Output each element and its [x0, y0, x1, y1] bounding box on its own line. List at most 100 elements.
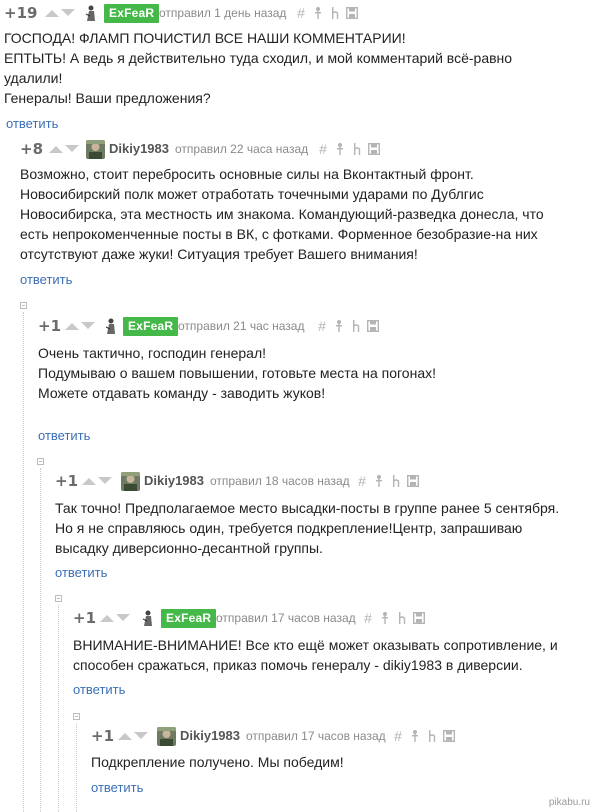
arrow-down-icon[interactable]: [60, 2, 76, 24]
comment-line: Очень тактично, господин генерал!: [38, 345, 267, 361]
arrow-up-icon[interactable]: [64, 315, 80, 337]
comment-rating: +1: [73, 609, 97, 627]
comment: +1 Dikiy1983 отправил 18 часов назад # Т…: [55, 470, 600, 585]
tree-icon[interactable]: [390, 470, 404, 488]
comment-line: ГОСПОДА! ФЛАМП ПОЧИСТИЛ ВСЕ НАШИ КОММЕНТ…: [4, 30, 406, 46]
username[interactable]: Dikiy1983: [180, 725, 240, 747]
arrow-up-icon[interactable]: [99, 607, 115, 629]
comment-line: Новосибирский полк может отработать точе…: [20, 186, 484, 202]
pin-icon[interactable]: [334, 138, 348, 156]
collapse-thread-icon[interactable]: [73, 713, 80, 720]
save-icon[interactable]: [443, 725, 457, 743]
comment-line: Возможно, стоит перебросить основные сил…: [20, 166, 474, 182]
username[interactable]: Dikiy1983: [144, 470, 204, 492]
tree-icon[interactable]: [350, 315, 364, 333]
comment-body: ВНИМАНИЕ-ВНИМАНИЕ! Все кто ещё может ока…: [73, 635, 595, 675]
thread-line: [58, 605, 59, 812]
comment-line: Подумываю о вашем повышении, готовьте ме…: [38, 365, 437, 381]
arrow-up-icon[interactable]: [81, 470, 97, 492]
comment-line: отсутствуют даже жуки! Ситуация требует …: [20, 246, 418, 262]
arrow-down-icon[interactable]: [80, 315, 96, 337]
tree-icon[interactable]: [351, 138, 365, 156]
save-icon[interactable]: [368, 138, 382, 156]
watermark: pikabu.ru: [548, 797, 590, 808]
pin-icon[interactable]: [379, 607, 393, 625]
hash-icon[interactable]: #: [294, 2, 308, 24]
comment-timestamp: отправил 17 часов назад: [246, 729, 386, 743]
collapse-thread-icon[interactable]: [37, 458, 44, 465]
hash-icon[interactable]: #: [391, 725, 405, 747]
avatar[interactable]: [139, 609, 158, 628]
hash-icon[interactable]: #: [316, 138, 330, 160]
arrow-up-icon[interactable]: [117, 725, 133, 747]
arrow-down-icon[interactable]: [133, 725, 149, 747]
username-badge[interactable]: ExFeaR: [123, 317, 179, 336]
avatar[interactable]: [102, 317, 121, 336]
save-icon[interactable]: [407, 470, 421, 488]
comment-rating: +19: [4, 4, 38, 22]
hash-icon[interactable]: #: [315, 315, 329, 337]
comment-line: Генералы! Ваши предложения?: [4, 90, 211, 106]
thread-line: [76, 723, 77, 812]
avatar[interactable]: [157, 727, 176, 746]
thread-line: [23, 312, 24, 812]
comment-rating: +1: [38, 317, 62, 335]
comment-rating: +1: [55, 472, 79, 490]
avatar[interactable]: [121, 472, 140, 491]
avatar[interactable]: [86, 140, 105, 159]
reply-link[interactable]: ответить: [55, 564, 107, 582]
tree-icon[interactable]: [426, 725, 440, 743]
reply-link[interactable]: ответить: [20, 271, 72, 289]
comment-timestamp: отправил 1 день назад: [159, 6, 287, 20]
reply-link[interactable]: ответить: [6, 115, 58, 133]
arrow-down-icon[interactable]: [64, 138, 80, 160]
comment-line: высадку диверсионно-десантной группы.: [55, 540, 323, 556]
reply-link[interactable]: ответить: [73, 681, 125, 699]
comment-body: Так точно! Предполагаемое место высадки-…: [55, 498, 595, 558]
pin-icon[interactable]: [333, 315, 347, 333]
pin-icon[interactable]: [409, 725, 423, 743]
comment: +1 ExFeaR отправил 17 часов назад # ВНИМ…: [73, 607, 600, 702]
comment-line: Подкрепление получено. Мы победим!: [91, 754, 344, 770]
tree-icon[interactable]: [396, 607, 410, 625]
comment-body: Возможно, стоит перебросить основные сил…: [20, 164, 595, 264]
hash-icon[interactable]: #: [355, 470, 369, 492]
arrow-down-icon[interactable]: [115, 607, 131, 629]
pin-icon[interactable]: [373, 470, 387, 488]
save-icon[interactable]: [346, 2, 360, 20]
username[interactable]: Dikiy1983: [109, 138, 169, 160]
comment-body: ГОСПОДА! ФЛАМП ПОЧИСТИЛ ВСЕ НАШИ КОММЕНТ…: [4, 28, 594, 108]
arrow-up-icon[interactable]: [44, 2, 60, 24]
comment-timestamp: отправил 22 часа назад: [175, 142, 309, 156]
reply-link[interactable]: ответить: [38, 427, 90, 445]
avatar[interactable]: [82, 4, 101, 23]
comment-header: +19 ExFeaR отправил 1 день назад #: [4, 2, 600, 24]
hash-icon[interactable]: #: [361, 607, 375, 629]
collapse-thread-icon[interactable]: [55, 595, 62, 602]
arrow-down-icon[interactable]: [97, 470, 113, 492]
username-badge[interactable]: ExFeaR: [104, 4, 160, 23]
tree-icon[interactable]: [329, 2, 343, 20]
arrow-up-icon[interactable]: [48, 138, 64, 160]
comment-line: ЕПТЫТЬ! А ведь я действительно туда сход…: [4, 50, 513, 66]
reply-link[interactable]: ответить: [91, 779, 143, 797]
comment: +19 ExFeaR отправил 1 день назад # ГОСПО…: [4, 2, 600, 132]
comment-header: +1 Dikiy1983 отправил 17 часов назад #: [91, 725, 600, 747]
comment-timestamp: отправил 18 часов назад: [210, 474, 350, 488]
comment-header: +1 Dikiy1983 отправил 18 часов назад #: [55, 470, 600, 492]
comment-header: +1 ExFeaR отправил 17 часов назад #: [73, 607, 600, 629]
username-badge[interactable]: ExFeaR: [161, 609, 217, 628]
comment-timestamp: отправил 17 часов назад: [216, 611, 356, 625]
comment-line: способен сражаться, приказ помочь генера…: [73, 657, 523, 673]
comment-body: Очень тактично, господин генерал! Подумы…: [38, 343, 593, 403]
comment-line: Можете отдавать команду - заводить жуков…: [38, 385, 326, 401]
comment: +1 ExFeaR отправил 21 час назад # Очень …: [38, 315, 600, 445]
save-icon[interactable]: [413, 607, 427, 625]
collapse-thread-icon[interactable]: [20, 302, 27, 309]
comment-line: Новосибирска, эта местность им знакома. …: [20, 206, 544, 222]
comment: +8 Dikiy1983 отправил 22 часа назад # Во…: [20, 138, 600, 288]
comment-line: Так точно! Предполагаемое место высадки-…: [55, 500, 560, 516]
save-icon[interactable]: [367, 315, 381, 333]
pin-icon[interactable]: [312, 2, 326, 20]
comment-rating: +1: [91, 727, 115, 745]
